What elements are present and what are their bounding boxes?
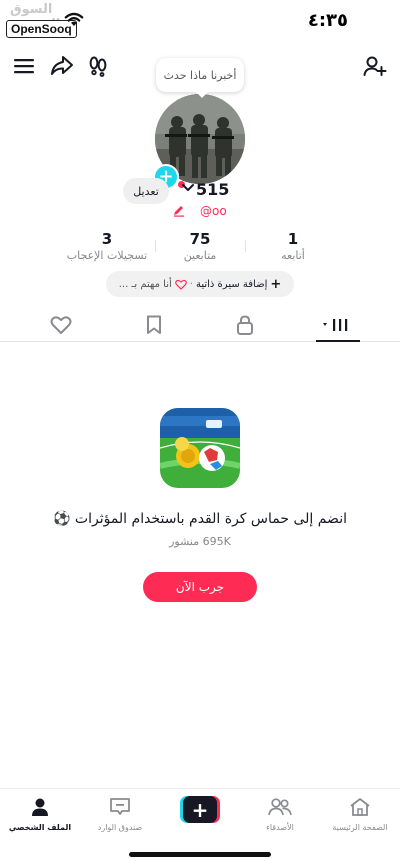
bio-pill[interactable]: + إضافة سيرة ذاتية · أنا مهتم بـ ... xyxy=(106,271,294,297)
pencil-icon[interactable] xyxy=(172,205,186,217)
status-bar: السوق المفتوح OpenSooq ٤:٣٥ xyxy=(0,0,400,42)
bottom-nav: الصفحة الرئيسية الأصدقاء + صندوق الوارد … xyxy=(0,788,400,840)
add-friend-icon[interactable] xyxy=(361,52,389,80)
friends-icon xyxy=(268,798,292,816)
tab-friends[interactable]: الأصدقاء xyxy=(242,795,318,832)
stat-following-label: أتابعه xyxy=(281,249,305,262)
user-handle: @oo xyxy=(200,204,227,218)
stat-followers-label: متابعين xyxy=(183,249,217,262)
stat-following-value: 1 xyxy=(287,230,299,248)
promo-post-count: 695K منشور xyxy=(169,535,231,548)
status-time: ٤:٣٥ xyxy=(307,10,348,31)
tab-home-label: الصفحة الرئيسية xyxy=(332,823,388,832)
football-effect-image[interactable] xyxy=(160,408,240,488)
profile-icon xyxy=(32,798,48,816)
share-icon[interactable] xyxy=(48,52,76,80)
heart-icon[interactable] xyxy=(39,310,83,340)
tab-friends-label: الأصدقاء xyxy=(266,823,294,832)
lock-icon[interactable] xyxy=(223,310,267,340)
stat-followers-value: 75 xyxy=(189,230,211,248)
stat-likes-label: تسجيلات الإعجاب xyxy=(66,249,148,262)
inbox-icon xyxy=(110,798,130,815)
promo-title: انضم إلى حماس كرة القدم باستخدام المؤثرا… xyxy=(53,511,347,527)
wifi-icon xyxy=(64,12,84,26)
stat-likes[interactable]: 3 تسجيلات الإعجاب xyxy=(62,230,152,262)
plus-icon: + xyxy=(270,276,282,292)
tab-inbox-label: صندوق الوارد xyxy=(97,823,143,832)
separator-dot: · xyxy=(189,278,193,290)
bookmark-icon[interactable] xyxy=(132,310,176,340)
profile-tabs xyxy=(0,310,400,342)
avatar[interactable]: + xyxy=(153,94,245,190)
bio-add-label[interactable]: إضافة سيرة ذاتية xyxy=(196,279,267,290)
menu-icon[interactable] xyxy=(10,52,38,80)
bio-interest-label[interactable]: أنا مهتم بـ ... xyxy=(119,279,172,290)
heart-outline-icon xyxy=(174,279,187,290)
chevron-down-icon[interactable] xyxy=(181,183,195,193)
home-icon xyxy=(350,798,370,816)
tab-profile[interactable]: الملف الشخصي xyxy=(2,795,78,832)
stat-divider xyxy=(245,240,246,252)
username[interactable]: 515 xyxy=(196,180,229,199)
footprints-icon[interactable] xyxy=(84,52,112,80)
tab-home[interactable]: الصفحة الرئيسية xyxy=(322,795,398,832)
stat-likes-value: 3 xyxy=(101,230,113,248)
plus-icon: + xyxy=(183,796,217,823)
create-button[interactable]: + xyxy=(180,796,220,823)
home-indicator[interactable] xyxy=(129,852,271,857)
tab-inbox[interactable]: صندوق الوارد xyxy=(82,795,158,832)
stat-divider xyxy=(155,240,156,252)
stat-followers[interactable]: 75 متابعين xyxy=(165,230,235,262)
status-bubble[interactable]: أخبرنا ماذا حدث xyxy=(156,58,244,98)
try-now-button[interactable]: جرب الآن xyxy=(143,572,257,602)
edit-profile-button[interactable]: تعديل xyxy=(123,178,169,204)
stat-following[interactable]: 1 أتابعه xyxy=(263,230,323,262)
videos-grid-icon[interactable] xyxy=(316,310,360,342)
tab-profile-label: الملف الشخصي xyxy=(8,823,72,832)
